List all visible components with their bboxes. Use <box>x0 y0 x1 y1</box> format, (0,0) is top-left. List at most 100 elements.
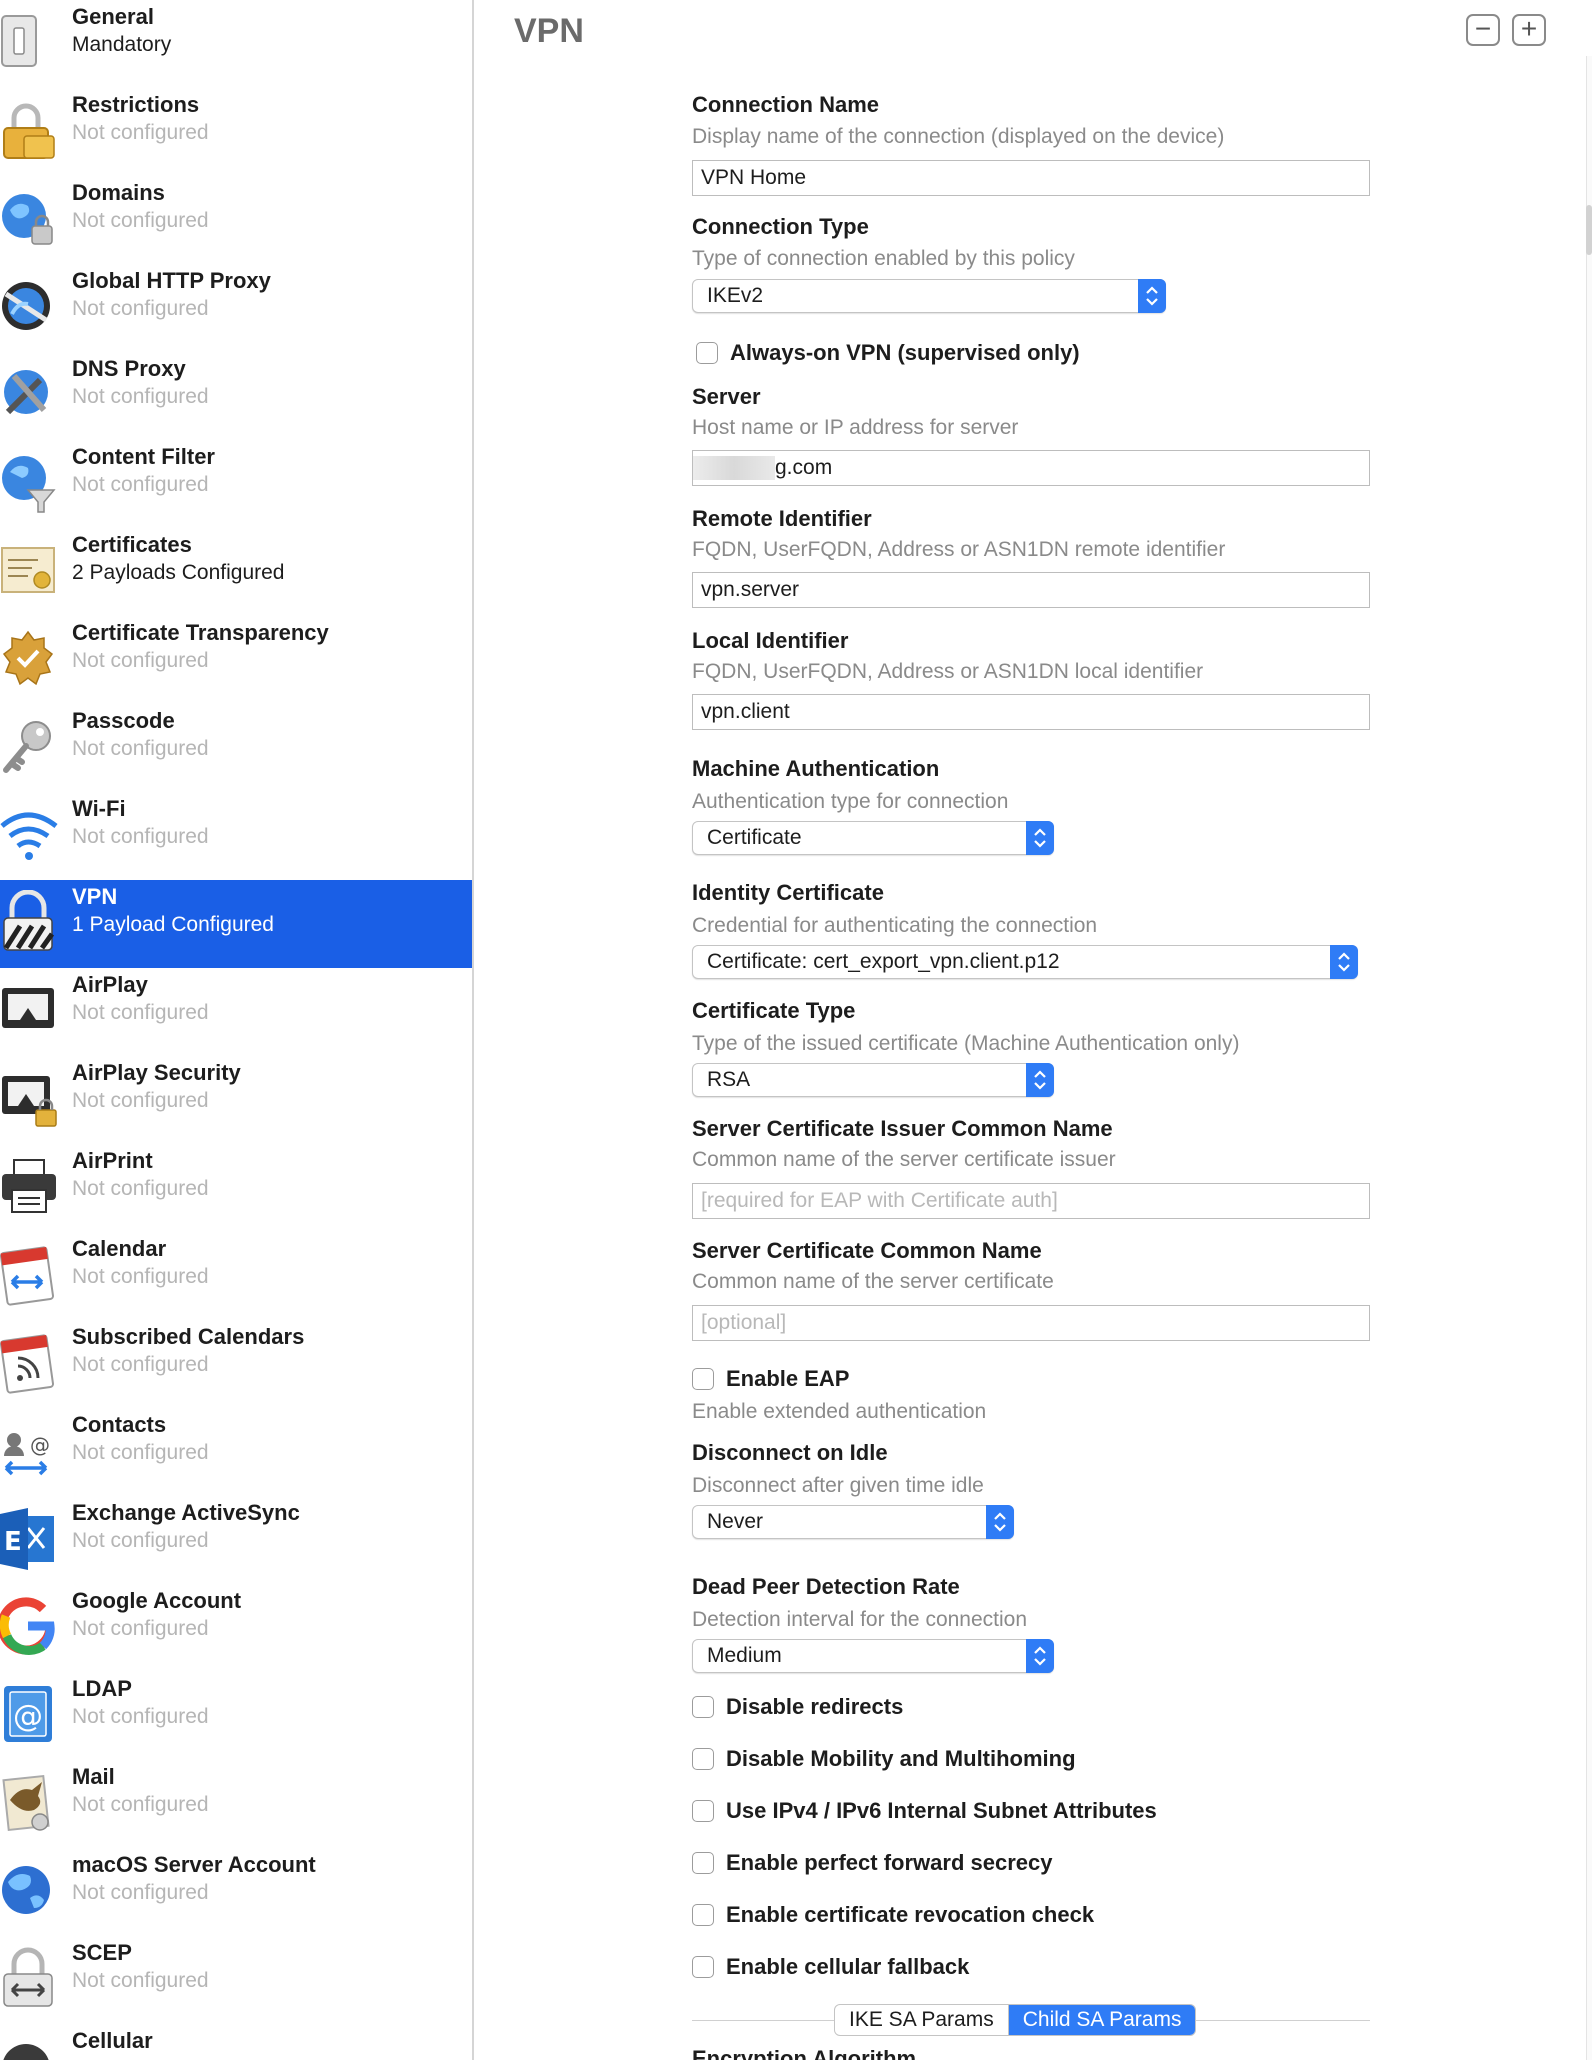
cellular-fallback-label: Enable cellular fallback <box>726 1954 970 1979</box>
sidebar-item-status: Not configured <box>72 121 209 144</box>
sidebar-item-title: Mail <box>72 1764 115 1789</box>
connection-type-desc: Type of connection enabled by this polic… <box>692 247 1075 270</box>
cert-type-value: RSA <box>707 1068 751 1091</box>
sidebar-item-cellular[interactable]: Cellular <box>0 2024 472 2060</box>
remote-identifier-input[interactable]: vpn.server <box>692 572 1370 608</box>
sidebar-item-status: 1 Payload Configured <box>72 913 274 936</box>
remove-payload-button[interactable]: − <box>1466 14 1500 46</box>
sidebar-item-calendar[interactable]: Calendar Not configured <box>0 1232 472 1320</box>
sidebar-item-contacts[interactable]: @ Contacts Not configured <box>0 1408 472 1496</box>
encryption-algorithm-label: Encryption Algorithm <box>692 2046 917 2060</box>
globe-proxy-icon <box>0 274 58 340</box>
checkbox-box[interactable] <box>692 1800 714 1822</box>
sidebar-item-title: Exchange ActiveSync <box>72 1500 300 1525</box>
sidebar-item-domains[interactable]: Domains Not configured <box>0 176 472 264</box>
dpd-rate-desc: Detection interval for the connection <box>692 1608 1028 1631</box>
sidebar-item-scep[interactable]: SCEP Not configured <box>0 1936 472 2024</box>
scrollbar-track[interactable] <box>1586 56 1592 2060</box>
connection-name-input[interactable]: VPN Home <box>692 160 1370 196</box>
sidebar-item-exchange-activesync[interactable]: E Exchange ActiveSync Not configured <box>0 1496 472 1584</box>
sidebar-item-status: Not configured <box>72 473 209 496</box>
sidebar-item-vpn[interactable]: VPN 1 Payload Configured <box>0 880 472 968</box>
checkbox-box[interactable] <box>692 1904 714 1926</box>
updown-arrows-icon <box>1026 1639 1054 1673</box>
sidebar-item-passcode[interactable]: Passcode Not configured <box>0 704 472 792</box>
mail-icon <box>0 1770 58 1836</box>
sidebar-item-global-http-proxy[interactable]: Global HTTP Proxy Not configured <box>0 264 472 352</box>
ldap-icon: @ <box>0 1682 58 1748</box>
checkbox-box[interactable] <box>692 1852 714 1874</box>
sidebar-item-certificate-transparency[interactable]: Certificate Transparency Not configured <box>0 616 472 704</box>
cert-type-label: Certificate Type <box>692 998 856 1023</box>
server-issuer-cn-desc: Common name of the server certificate is… <box>692 1148 1116 1171</box>
server-issuer-cn-input[interactable]: [required for EAP with Certificate auth] <box>692 1183 1370 1219</box>
connection-type-select[interactable]: IKEv2 <box>692 279 1166 313</box>
disconnect-idle-value: Never <box>707 1510 764 1533</box>
tab-child-sa-params[interactable]: Child SA Params <box>1007 2005 1196 2035</box>
disconnect-idle-label: Disconnect on Idle <box>692 1440 888 1465</box>
disconnect-idle-select[interactable]: Never <box>692 1505 1014 1539</box>
scrollbar-thumb[interactable] <box>1586 205 1592 255</box>
identity-cert-select[interactable]: Certificate: cert_export_vpn.client.p12 <box>692 945 1358 979</box>
cert-type-desc: Type of the issued certificate (Machine … <box>692 1032 1240 1055</box>
checkbox-box[interactable] <box>696 342 718 364</box>
cert-type-select[interactable]: RSA <box>692 1063 1054 1097</box>
checkbox-box[interactable] <box>692 1748 714 1770</box>
sidebar-item-dns-proxy[interactable]: DNS Proxy Not configured <box>0 352 472 440</box>
dpd-rate-label: Dead Peer Detection Rate <box>692 1574 960 1599</box>
sidebar-item-status: Not configured <box>72 1265 209 1288</box>
sidebar-item-airprint[interactable]: AirPrint Not configured <box>0 1144 472 1232</box>
sidebar-item-ldap[interactable]: @ LDAP Not configured <box>0 1672 472 1760</box>
sidebar-item-title: macOS Server Account <box>72 1852 316 1877</box>
machine-auth-select[interactable]: Certificate <box>692 821 1054 855</box>
sidebar-item-title: Contacts <box>72 1412 167 1437</box>
sidebar-item-status: Not configured <box>72 1177 209 1200</box>
identity-cert-desc: Credential for authenticating the connec… <box>692 914 1098 937</box>
sidebar-item-title: Wi-Fi <box>72 796 126 821</box>
checkbox-box[interactable] <box>692 1696 714 1718</box>
sidebar-item-certificates[interactable]: Certificates 2 Payloads Configured <box>0 528 472 616</box>
sidebar-item-status: Not configured <box>72 1881 209 1904</box>
server-value: g.com <box>775 456 833 479</box>
sa-params-segmented-control[interactable]: IKE SA Params Child SA Params <box>834 2004 1197 2036</box>
local-identifier-input[interactable]: vpn.client <box>692 694 1370 730</box>
sidebar-item-title: DNS Proxy <box>72 356 186 381</box>
sidebar-item-airplay-security[interactable]: AirPlay Security Not configured <box>0 1056 472 1144</box>
checkbox-box[interactable] <box>692 1956 714 1978</box>
svg-text:@: @ <box>13 1699 43 1734</box>
sidebar-item-title: AirPlay <box>72 972 148 997</box>
connection-name-label: Connection Name <box>692 92 880 117</box>
sidebar-item-general[interactable]: General Mandatory <box>0 0 472 88</box>
dpd-rate-value: Medium <box>707 1644 782 1667</box>
sidebar-item-title: VPN <box>72 884 118 909</box>
disable-mobility-label: Disable Mobility and Multihoming <box>726 1746 1076 1771</box>
sidebar-item-mail[interactable]: Mail Not configured <box>0 1760 472 1848</box>
sidebar-item-restrictions[interactable]: Restrictions Not configured <box>0 88 472 176</box>
sidebar-item-status: Not configured <box>72 1969 209 1992</box>
cellular-icon <box>0 2034 58 2060</box>
add-payload-button[interactable]: + <box>1512 14 1546 46</box>
checkbox-box[interactable] <box>692 1368 714 1390</box>
server-cn-desc: Common name of the server certificate <box>692 1270 1054 1293</box>
globe-lock-icon <box>0 186 58 252</box>
sidebar-item-subscribed-calendars[interactable]: Subscribed Calendars Not configured <box>0 1320 472 1408</box>
local-identifier-desc: FQDN, UserFQDN, Address or ASN1DN local … <box>692 660 1204 683</box>
sidebar-item-wifi[interactable]: Wi-Fi Not configured <box>0 792 472 880</box>
sidebar-item-title: Content Filter <box>72 444 215 469</box>
enable-eap-label: Enable EAP <box>726 1366 850 1391</box>
server-cn-input[interactable]: [optional] <box>692 1305 1370 1341</box>
server-desc: Host name or IP address for server <box>692 416 1019 439</box>
tab-ike-sa-params[interactable]: IKE SA Params <box>835 2005 1008 2035</box>
sidebar-item-google-account[interactable]: Google Account Not configured <box>0 1584 472 1672</box>
sidebar-item-content-filter[interactable]: Content Filter Not configured <box>0 440 472 528</box>
server-input[interactable]: g.com <box>692 450 1370 486</box>
sidebar-item-title: AirPlay Security <box>72 1060 241 1085</box>
sidebar-item-airplay[interactable]: AirPlay Not configured <box>0 968 472 1056</box>
sidebar-item-status: Not configured <box>72 1441 209 1464</box>
enable-eap-desc: Enable extended authentication <box>692 1400 987 1423</box>
payload-sidebar[interactable]: General Mandatory Restrictions Not confi… <box>0 0 474 2060</box>
sidebar-item-macos-server-account[interactable]: macOS Server Account Not configured <box>0 1848 472 1936</box>
scep-lock-icon <box>0 1946 58 2012</box>
dpd-rate-select[interactable]: Medium <box>692 1639 1054 1673</box>
sidebar-item-status: Not configured <box>72 825 209 848</box>
